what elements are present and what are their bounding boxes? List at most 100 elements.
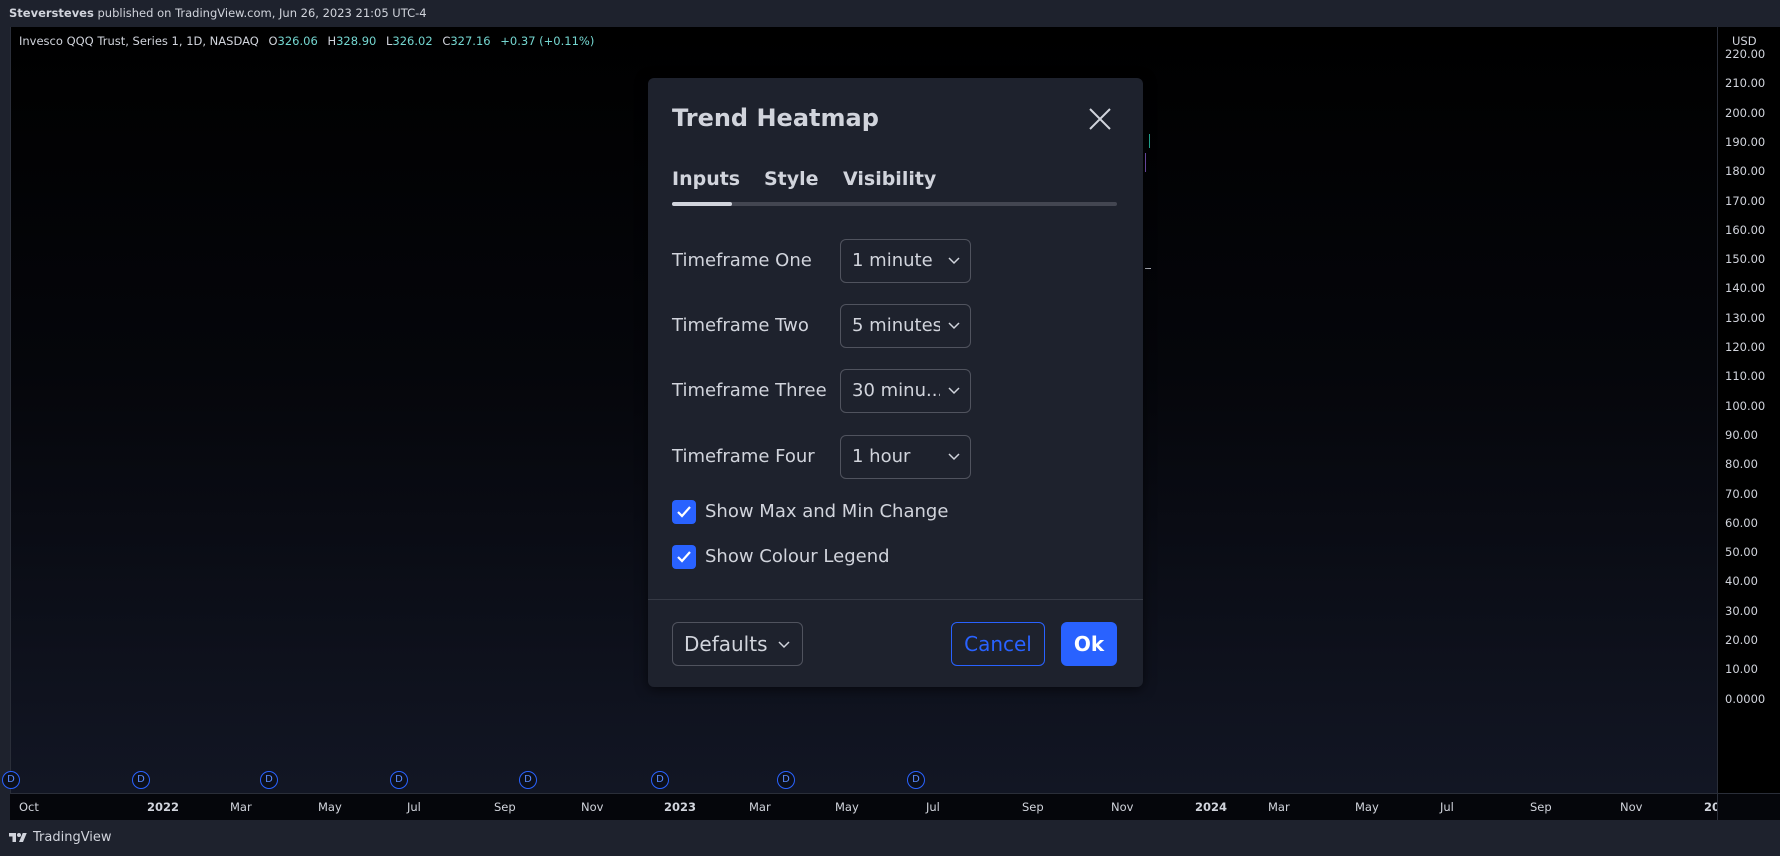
- currency-label: USD: [1732, 34, 1757, 48]
- change-value: +0.37 (+0.11%): [500, 34, 595, 48]
- timeframe-three-value: 30 minu...: [852, 380, 940, 401]
- chevron-down-icon: [778, 641, 790, 649]
- price-tick-label: 150.00: [1725, 252, 1766, 267]
- price-tick-label: 200.00: [1725, 105, 1766, 120]
- time-tick-label: Jul: [1440, 800, 1454, 814]
- timeframe-two-label: Timeframe Two: [672, 315, 809, 336]
- price-axis[interactable]: USD 220.00 210.00 200.00 190.00 180.00 170.00…: [1717, 27, 1780, 793]
- price-tick-label: 180.00: [1725, 164, 1766, 179]
- indicator-settings-dialog: Trend Heatmap Inputs Style Visibility Ti…: [648, 78, 1143, 687]
- price-tick-label: 10.00: [1725, 662, 1758, 677]
- price-tick-label: 110.00: [1725, 369, 1766, 384]
- tab-style[interactable]: Style: [764, 168, 819, 190]
- price-tick-label: 160.00: [1725, 222, 1766, 237]
- price-tick-label: 60.00: [1725, 515, 1758, 530]
- close-value: 327.16: [450, 34, 491, 48]
- defaults-dropdown[interactable]: Defaults: [672, 622, 803, 666]
- time-tick-label: Oct: [19, 800, 39, 814]
- time-tick-label: Mar: [1268, 800, 1290, 814]
- price-tick-label: 90.00: [1725, 427, 1758, 442]
- publish-bar: Steversteves published on TradingView.co…: [0, 0, 1780, 27]
- low-value: 326.02: [392, 34, 433, 48]
- show-colour-legend-checkbox[interactable]: [672, 545, 696, 569]
- price-tick-label: 100.00: [1725, 398, 1766, 413]
- price-tick-label: 20.00: [1725, 633, 1758, 647]
- active-tab-indicator: [672, 202, 732, 206]
- dividend-marker[interactable]: D: [777, 771, 795, 789]
- dividend-marker[interactable]: D: [390, 771, 408, 789]
- dialog-title: Trend Heatmap: [672, 104, 879, 132]
- show-colour-legend-label[interactable]: Show Colour Legend: [705, 546, 890, 567]
- timeframe-four-select[interactable]: 1 hour: [840, 435, 971, 479]
- close-icon[interactable]: [1085, 104, 1115, 134]
- show-max-min-checkbox[interactable]: [672, 500, 696, 524]
- time-tick-label: Sep: [494, 800, 516, 814]
- tab-visibility[interactable]: Visibility: [843, 168, 936, 190]
- symbol-description: Invesco QQQ Trust, Series 1, 1D, NASDAQ: [19, 34, 259, 48]
- footer: TradingView: [0, 820, 1780, 856]
- time-tick-label: Mar: [230, 800, 252, 814]
- price-tick-label: 0.0000: [1725, 691, 1766, 706]
- time-tick-label: Nov: [1620, 800, 1643, 814]
- price-tick-label: 170.00: [1725, 193, 1766, 208]
- timeframe-two-select[interactable]: 5 minutes: [840, 304, 971, 348]
- time-axis[interactable]: Oct 2022 Mar May Jul Sep Nov 2023 Mar May Jul Sep No…: [10, 793, 1720, 820]
- tab-track: [672, 202, 1117, 206]
- chevron-down-icon: [948, 257, 960, 265]
- ok-button[interactable]: Ok: [1061, 622, 1117, 666]
- show-max-min-label[interactable]: Show Max and Min Change: [705, 501, 948, 522]
- checkmark-icon: [677, 551, 691, 563]
- high-label: H: [327, 34, 337, 48]
- axis-corner: [1717, 793, 1780, 820]
- dividend-marker[interactable]: D: [260, 771, 278, 789]
- footer-brand: TradingView: [33, 830, 112, 845]
- dividend-marker[interactable]: D: [2, 771, 20, 789]
- tab-inputs[interactable]: Inputs: [672, 168, 740, 190]
- time-tick-label: Mar: [749, 800, 771, 814]
- timeframe-one-label: Timeframe One: [672, 250, 812, 271]
- time-tick-label: Jul: [407, 800, 421, 814]
- tradingview-logo-icon: [9, 833, 27, 842]
- high-value: 328.90: [336, 34, 377, 48]
- time-tick-label: 2024: [1195, 800, 1228, 814]
- price-tick-label: 30.00: [1725, 603, 1758, 618]
- price-tick-label: 140.00: [1725, 281, 1766, 296]
- time-tick-label: 2022: [147, 800, 180, 814]
- dividend-marker[interactable]: D: [132, 771, 150, 789]
- timeframe-four-value: 1 hour: [852, 446, 911, 467]
- time-tick-label: Sep: [1530, 800, 1552, 814]
- price-tick-label: 70.00: [1725, 486, 1758, 501]
- price-tick-label: 130.00: [1725, 310, 1766, 325]
- open-label: O: [268, 34, 278, 48]
- series-legend: Invesco QQQ Trust, Series 1, 1D, NASDAQ …: [19, 34, 594, 48]
- checkmark-icon: [677, 506, 691, 518]
- timeframe-three-label: Timeframe Three: [672, 380, 827, 401]
- price-tick-label: 80.00: [1725, 457, 1758, 472]
- timeframe-two-value: 5 minutes: [852, 315, 940, 336]
- tradingview-snapshot: Steversteves published on TradingView.co…: [0, 0, 1780, 856]
- time-tick-label: 2023: [664, 800, 697, 814]
- price-tick-label: 210.00: [1725, 76, 1766, 91]
- time-tick-label: May: [1355, 800, 1379, 814]
- candle: [1149, 134, 1150, 148]
- time-tick-label: Nov: [1111, 800, 1134, 814]
- defaults-label: Defaults: [684, 632, 768, 656]
- price-tick-label: 190.00: [1725, 134, 1766, 149]
- price-tick-label: 120.00: [1725, 340, 1766, 354]
- time-tick-label: Jul: [926, 800, 940, 814]
- price-tick-label: 40.00: [1725, 574, 1758, 589]
- publish-text: published on TradingView.com, Jun 26, 20…: [93, 6, 427, 20]
- candle: [1145, 153, 1146, 172]
- dividend-marker[interactable]: D: [519, 771, 537, 789]
- dividend-marker[interactable]: D: [907, 771, 925, 789]
- timeframe-one-select[interactable]: 1 minute: [840, 239, 971, 283]
- time-tick-label: Nov: [581, 800, 604, 814]
- timeframe-three-select[interactable]: 30 minu...: [840, 369, 971, 413]
- price-tick-label: 50.00: [1725, 545, 1758, 560]
- dividend-marker[interactable]: D: [651, 771, 669, 789]
- dialog-footer-divider: [648, 599, 1143, 600]
- chevron-down-icon: [948, 387, 960, 395]
- chevron-down-icon: [948, 322, 960, 330]
- cancel-button[interactable]: Cancel: [951, 622, 1045, 666]
- chevron-down-icon: [948, 453, 960, 461]
